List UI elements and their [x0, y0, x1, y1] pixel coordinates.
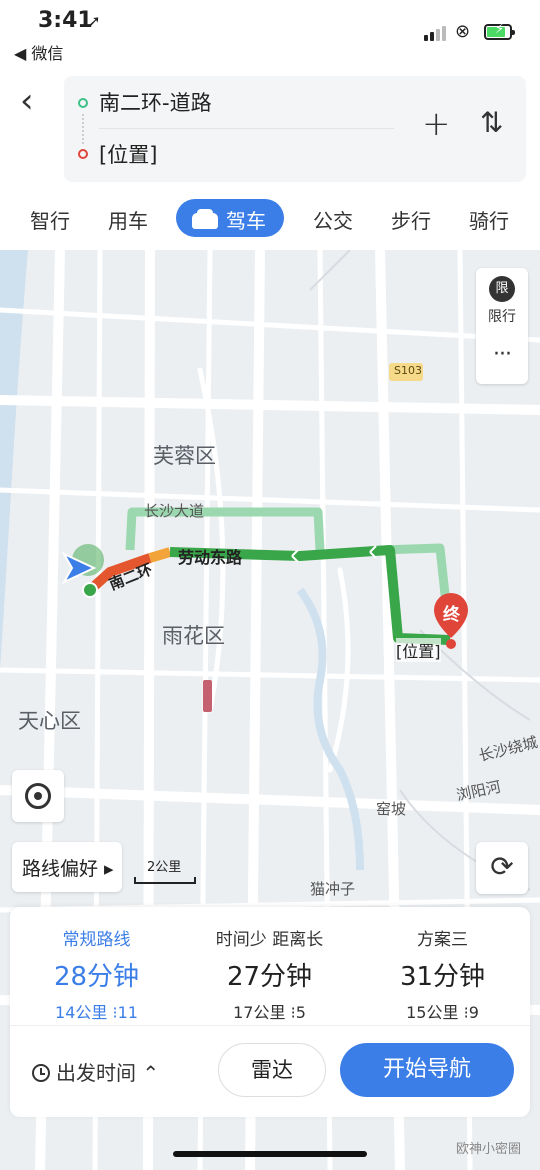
highway-badge-s103: S103: [394, 364, 422, 377]
plan-duration: 31分钟: [399, 962, 486, 992]
transport-mode-tabs: 智行 用车 驾车 公交 步行 骑行: [0, 192, 540, 250]
tab-drive-label: 驾车: [226, 209, 266, 233]
add-waypoint-button[interactable]: +: [422, 104, 451, 144]
route-plan-card[interactable]: 时间少 距离长 27分钟 17公里 ⁝5: [183, 907, 356, 1025]
destination-map-label: [位置]: [396, 638, 441, 662]
origin-field[interactable]: 南二环-道路: [99, 87, 212, 117]
plan-meta: 15公里 ⁝9: [406, 1003, 479, 1022]
status-bar: 3:41 ➚ ◀ 微信 ⊗ ⚡: [0, 0, 540, 70]
plan-meta: 17公里 ⁝5: [233, 1003, 306, 1022]
tab-walk[interactable]: 步行: [391, 205, 431, 234]
road-label-changsha-avenue: 长沙大道: [144, 502, 205, 520]
end-dot-icon: [78, 149, 88, 159]
refresh-route-button[interactable]: ⟳: [476, 842, 528, 894]
home-indicator[interactable]: [173, 1151, 367, 1157]
route-plan-card[interactable]: 方案三 31分钟 15公里 ⁝9: [356, 907, 529, 1025]
status-time: 3:41: [38, 8, 93, 33]
destination-field[interactable]: [位置]: [99, 139, 157, 169]
tab-bike[interactable]: 骑行: [469, 205, 509, 234]
departure-time-button[interactable]: 出发时间 ⌃: [32, 1057, 159, 1086]
locate-me-button[interactable]: [12, 770, 64, 822]
signal-icon: [424, 26, 446, 41]
district-label-yuhua: 雨花区: [162, 624, 225, 648]
scale-label: 2公里: [147, 860, 182, 875]
tab-ride[interactable]: 用车: [108, 205, 148, 234]
vpn-link-icon: ⊗: [455, 21, 471, 42]
clock-icon: [32, 1064, 50, 1082]
route-inputs: 南二环-道路 [位置] + ⇅: [64, 76, 526, 182]
road-label-laodong-east: 劳动东路: [178, 548, 243, 567]
map-scale: 2公里: [134, 856, 196, 884]
start-navigation-button[interactable]: 开始导航: [340, 1043, 514, 1097]
plan-tag: 常规路线: [62, 930, 131, 950]
plan-duration: 28分钟: [53, 962, 140, 992]
place-label-wopo: 窑坡: [376, 800, 407, 818]
watermark: 欧神小密圈: [456, 1142, 522, 1157]
destination-pin-icon[interactable]: 终: [443, 600, 460, 625]
traffic-limit-icon[interactable]: 限: [489, 276, 515, 302]
route-preference-button[interactable]: 路线偏好 ▸: [12, 842, 122, 892]
tab-drive[interactable]: 驾车: [176, 199, 284, 237]
map-side-panel: 限 限行 ···: [476, 268, 528, 384]
back-to-app-link[interactable]: ◀ 微信: [14, 40, 63, 64]
back-icon[interactable]: ‹: [20, 84, 34, 118]
plan-duration: 27分钟: [226, 962, 313, 992]
plan-tag: 时间少 距离长: [215, 930, 324, 950]
plan-tag: 方案三: [417, 930, 468, 950]
tab-transit[interactable]: 公交: [313, 205, 353, 234]
crosshair-icon: [25, 783, 51, 809]
route-plan-card[interactable]: 常规路线 28分钟 14公里 ⁝11: [10, 907, 183, 1025]
plan-meta: 14公里 ⁝11: [55, 1003, 138, 1022]
more-icon[interactable]: ···: [476, 342, 528, 367]
location-arrow-icon: ➚: [88, 12, 101, 30]
district-label-furong: 芙蓉区: [153, 444, 216, 468]
swap-route-button[interactable]: ⇅: [480, 106, 503, 139]
start-dot-icon: [78, 98, 88, 108]
car-icon: [192, 209, 218, 229]
route-header: ‹ 南二环-道路 [位置] + ⇅: [0, 70, 540, 192]
route-plans-sheet: 常规路线 28分钟 14公里 ⁝11 时间少 距离长 27分钟 17公里 ⁝5 …: [10, 907, 530, 1117]
refresh-icon: ⟳: [490, 850, 514, 883]
district-label-tianxin: 天心区: [18, 709, 81, 733]
place-label-maochongzi: 猫冲子: [310, 880, 356, 898]
tab-smart[interactable]: 智行: [30, 205, 70, 234]
traffic-limit-label[interactable]: 限行: [476, 306, 528, 326]
radar-button[interactable]: 雷达: [218, 1043, 326, 1097]
battery-icon: ⚡: [484, 22, 515, 40]
